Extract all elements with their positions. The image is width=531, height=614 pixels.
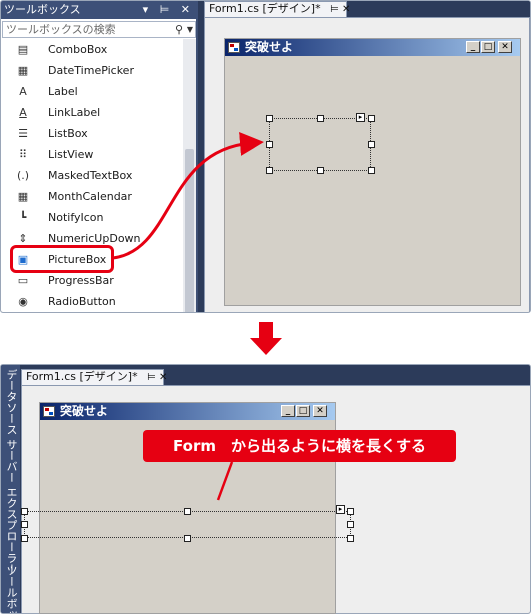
callout-pointer bbox=[216, 461, 234, 501]
annotation-text: Form から出るように横を長くする bbox=[173, 437, 426, 455]
annotation-callout: Form から出るように横を長くする bbox=[143, 430, 456, 462]
